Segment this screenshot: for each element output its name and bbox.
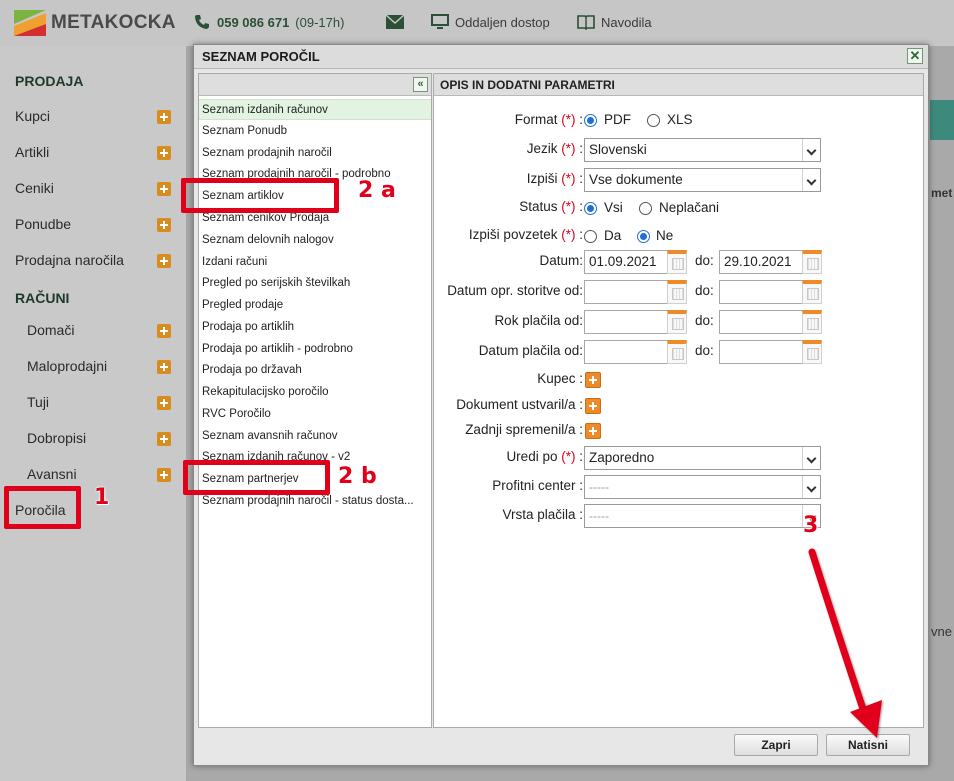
annotation-arrow [808,548,882,738]
arrow-shaft [808,548,870,722]
arrow-head [850,700,882,738]
